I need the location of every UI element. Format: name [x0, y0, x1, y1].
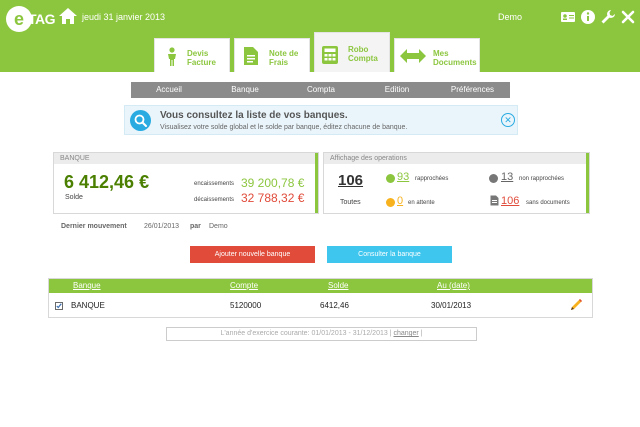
tab-note-de-frais[interactable]: Note de Frais — [234, 38, 310, 72]
document-icon — [244, 47, 258, 65]
cell-solde: 6412,46 — [320, 301, 349, 310]
close-icon[interactable] — [620, 9, 636, 25]
fiscal-year-end: | — [420, 330, 423, 337]
bank-summary-panel: BANQUE 6 412,46 € Solde encaissements 39… — [53, 152, 319, 214]
calculator-icon — [322, 46, 338, 64]
operations-total[interactable]: 106 — [338, 172, 363, 189]
table-header: Banque Compte Solde Au (date) — [49, 279, 592, 293]
rapprochees-label: rapprochées — [415, 176, 449, 182]
decaissements-label: décaissements — [194, 197, 235, 203]
sans-documents-label: sans documents — [526, 200, 570, 206]
tab-robo-compta[interactable]: Robo Compta — [314, 32, 390, 72]
bank-balance: 6 412,46 € — [64, 172, 150, 192]
panel-accent-bar — [315, 153, 318, 213]
panel-accent-bar — [586, 153, 589, 213]
etag-logo[interactable]: e TAG — [6, 6, 56, 32]
operations-total-label: Toutes — [340, 199, 361, 206]
orange-dot-icon — [386, 198, 395, 207]
table-row[interactable]: BANQUE 5120000 6412,46 30/01/2013 — [49, 293, 592, 318]
pencil-icon[interactable] — [568, 297, 584, 313]
cell-banque: BANQUE — [71, 301, 105, 310]
grey-dot-icon — [489, 174, 498, 183]
search-icon — [130, 110, 151, 131]
operations-panel: Affichage des operations 106 Toutes 93 r… — [323, 152, 590, 214]
bank-panel-header: BANQUE — [54, 153, 318, 164]
tab-mes-documents[interactable]: Mes Documents — [394, 38, 480, 72]
user-name: Demo — [498, 12, 523, 22]
last-movement-user: Demo — [209, 223, 228, 230]
logo-text: TAG — [28, 11, 56, 27]
home-icon[interactable] — [58, 6, 78, 26]
cell-date: 30/01/2013 — [431, 301, 472, 310]
column-compte[interactable]: Compte — [230, 279, 258, 293]
close-info-icon[interactable]: ✕ — [501, 113, 515, 127]
en-attente-label: en attente — [408, 200, 435, 206]
column-banque[interactable]: Banque — [73, 279, 101, 293]
nav-preferences[interactable]: Préférences — [435, 82, 510, 98]
consult-bank-button[interactable]: Consulter la banque — [327, 246, 452, 263]
nav-banque[interactable]: Banque — [207, 82, 283, 98]
encaissements-value: 39 200,78 € — [241, 176, 305, 190]
fiscal-year-text: L'année d'exercice courante: 01/01/2013 … — [220, 330, 392, 337]
tab-robo-compta-label: Robo Compta — [348, 45, 378, 63]
id-card-icon[interactable] — [560, 9, 576, 25]
column-solde[interactable]: Solde — [328, 279, 348, 293]
en-attente-count[interactable]: 0 — [397, 195, 403, 207]
nav-compta[interactable]: Compta — [283, 82, 359, 98]
bank-table: Banque Compte Solde Au (date) BANQUE 512… — [48, 278, 593, 318]
info-icon[interactable] — [580, 9, 596, 25]
non-rapprochees-label: non rapprochées — [519, 176, 565, 182]
last-movement-label: Dernier mouvement — [61, 223, 127, 230]
add-bank-button[interactable]: Ajouter nouvelle banque — [190, 246, 315, 263]
operations-panel-header: Affichage des operations — [324, 153, 589, 164]
sans-documents-count[interactable]: 106 — [501, 195, 519, 207]
change-fiscal-year-link[interactable]: changer — [393, 330, 418, 337]
info-banner: Vous consultez la liste de vos banques. … — [124, 105, 518, 135]
non-rapprochees-count[interactable]: 13 — [501, 171, 513, 183]
last-movement-par: par — [190, 223, 201, 230]
tab-devis-facture-label: Devis Facture — [187, 49, 216, 67]
current-date: jeudi 31 janvier 2013 — [82, 12, 166, 22]
document-icon — [490, 195, 499, 206]
main-nav: Accueil Banque Compta Edition Préférence… — [131, 82, 510, 98]
person-icon — [168, 47, 176, 66]
nav-accueil[interactable]: Accueil — [131, 82, 207, 98]
decaissements-value: 32 788,32 € — [241, 191, 305, 205]
column-date[interactable]: Au (date) — [437, 279, 470, 293]
rapprochees-count[interactable]: 93 — [397, 171, 409, 183]
tab-note-de-frais-label: Note de Frais — [269, 49, 299, 67]
info-title: Vous consultez la liste de vos banques. — [160, 110, 348, 121]
arrows-icon — [400, 49, 426, 63]
tab-mes-documents-label: Mes Documents — [433, 49, 477, 67]
tab-devis-facture[interactable]: Devis Facture — [154, 38, 230, 72]
info-subtitle: Visualisez votre solde global et le sold… — [160, 124, 408, 131]
encaissements-label: encaissements — [194, 181, 235, 187]
wrench-icon[interactable] — [600, 9, 616, 25]
cell-compte: 5120000 — [230, 301, 262, 310]
row-checkbox[interactable] — [55, 302, 63, 310]
nav-edition[interactable]: Edition — [359, 82, 435, 98]
bank-balance-label: Solde — [65, 194, 83, 201]
fiscal-year-footer: L'année d'exercice courante: 01/01/2013 … — [166, 327, 477, 341]
last-movement-date: 26/01/2013 — [144, 223, 180, 230]
green-dot-icon — [386, 174, 395, 183]
